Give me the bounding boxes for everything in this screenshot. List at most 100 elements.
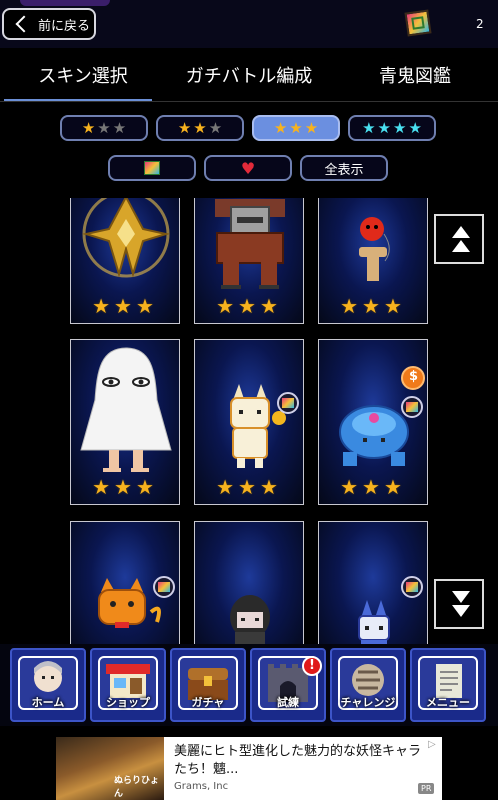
skin-card-red-robot[interactable]: ★★★: [194, 198, 304, 324]
ad-image: ぬらりひょん: [56, 737, 164, 800]
nav-trial[interactable]: ! 試練: [250, 648, 326, 722]
star-icon: ★: [208, 118, 223, 137]
star-icon: ★: [340, 475, 363, 499]
skin-card-blue-turtle[interactable]: ★★★: [318, 339, 428, 505]
tab-gachi-battle[interactable]: ガチバトル編成: [166, 58, 332, 102]
filter-3-star[interactable]: ★ ★ ★: [252, 115, 340, 141]
picture-icon[interactable]: [404, 9, 432, 37]
star-icon: ★: [216, 475, 239, 499]
star-icon: ★: [114, 294, 136, 318]
item-count: 2: [476, 17, 484, 31]
ad-banner[interactable]: ぬらりひょん 美麗にヒト型進化した魅力的な妖怪キャラたち！魑... Grams,…: [56, 737, 442, 800]
star-icon: ★: [81, 118, 96, 137]
star-icon: ★: [362, 294, 384, 318]
skin-stars: ★★★: [195, 477, 303, 498]
star-icon: ★: [383, 294, 406, 318]
ad-headline: 美麗にヒト型進化した魅力的な妖怪キャラたち！魑...: [174, 744, 422, 777]
filter-picture[interactable]: [108, 155, 196, 181]
tab-bar: スキン選択 ガチバトル編成 青鬼図鑑: [0, 58, 498, 102]
skin-stars: ★★★: [319, 296, 427, 317]
tab-skin-select[interactable]: スキン選択: [0, 58, 166, 102]
picture-icon: [144, 161, 160, 175]
nav-label: ショップ: [106, 696, 150, 709]
back-label: 前に戻る: [38, 18, 91, 34]
star-icon: ★: [112, 118, 127, 137]
picture-badge-icon: [401, 576, 423, 598]
ghost-blanket-icon: [80, 347, 172, 472]
star-icon: ★: [97, 118, 111, 137]
star-icon: ★: [362, 475, 384, 499]
skin-card-white-fox[interactable]: ★★★: [194, 339, 304, 505]
star-icon: ★: [289, 118, 303, 137]
nav-shop[interactable]: ショップ: [90, 648, 166, 722]
back-button[interactable]: 前に戻る: [2, 8, 96, 40]
star-icon: ★: [304, 118, 319, 137]
ad-advertiser: Grams, Inc: [174, 781, 229, 792]
star-icon: ★: [362, 118, 376, 137]
nav-challenge[interactable]: チャレンジ: [330, 648, 406, 722]
red-robot-icon: [215, 199, 285, 289]
star-icon: ★: [340, 294, 363, 318]
ad-info-icon[interactable]: ▷: [428, 739, 436, 750]
nav-menu[interactable]: メニュー: [410, 648, 486, 722]
star-icon: ★: [216, 294, 239, 318]
star-icon: ★: [259, 475, 282, 499]
star-icon: ★: [408, 118, 422, 137]
nav-label: ガチャ: [191, 696, 225, 709]
star-icon: ★: [273, 118, 288, 137]
skin-stars: ★★★: [71, 477, 179, 498]
filter-show-all[interactable]: 全表示: [300, 155, 388, 181]
picture-badge-icon: [401, 396, 423, 418]
skin-card-dark-hair-girl[interactable]: [194, 521, 304, 644]
golden-dragon-icon: [82, 198, 170, 278]
skin-card-ghost-blanket[interactable]: ★★★: [70, 339, 180, 505]
scroll-bottom-button[interactable]: [434, 579, 484, 629]
filter-4-star[interactable]: ★ ★ ★ ★: [348, 115, 436, 141]
heart-icon: ♥: [240, 158, 256, 178]
skin-grid: ★★★ ★★★ ★★★ ★★★ ★★★ $ ★★★: [0, 198, 498, 644]
nav-label: メニュー: [426, 696, 470, 709]
skin-card-orange-cat[interactable]: [70, 521, 180, 644]
star-icon: ★: [238, 475, 260, 499]
kendama-icon: [359, 217, 390, 281]
nav-label: ホーム: [31, 696, 65, 709]
star-icon: ★: [135, 294, 158, 318]
star-icon: ★: [92, 475, 115, 499]
skin-card-golden-dragon[interactable]: ★★★: [70, 198, 180, 324]
skin-stars: ★★★: [195, 296, 303, 317]
chevron-left-icon: [15, 15, 33, 33]
picture-badge-icon: [153, 576, 175, 598]
picture-badge-icon: [277, 392, 299, 414]
top-bar: 前に戻る 2: [0, 0, 498, 48]
star-icon: ★: [193, 118, 207, 137]
star-icon: ★: [92, 294, 115, 318]
nav-gacha[interactable]: ガチャ: [170, 648, 246, 722]
star-icon: ★: [393, 118, 407, 137]
star-icon: ★: [238, 294, 260, 318]
ad-logo: ぬらりひょん: [114, 776, 160, 799]
nav-label: チャレンジ: [340, 696, 396, 709]
star-icon: ★: [177, 118, 192, 137]
top-strip: [20, 0, 110, 6]
arrow-down-icon: [452, 605, 470, 617]
ad-pr-badge: PR: [418, 783, 435, 794]
arrow-down-icon: [452, 591, 470, 603]
filter-2-star[interactable]: ★ ★ ★: [156, 115, 244, 141]
bottom-nav: ホーム ショップ ガチャ ! 試練 チャレンジ メニュー: [0, 644, 498, 726]
filter-1-star[interactable]: ★ ★ ★: [60, 115, 148, 141]
filter-favorite[interactable]: ♥: [204, 155, 292, 181]
alert-badge-icon: !: [302, 656, 322, 676]
skin-card-kendama[interactable]: ★★★: [318, 198, 428, 324]
tab-aooni-book[interactable]: 青鬼図鑑: [332, 58, 498, 102]
skin-stars: ★★★: [71, 296, 179, 317]
dark-hair-girl-icon: [230, 595, 270, 644]
nav-home[interactable]: ホーム: [10, 648, 86, 722]
star-icon: ★: [135, 475, 158, 499]
skin-card-blue-knight[interactable]: [318, 521, 428, 644]
star-icon: ★: [114, 475, 136, 499]
nav-label: 試練: [277, 696, 299, 709]
scroll-top-button[interactable]: [434, 214, 484, 264]
arrow-up-icon: [452, 226, 470, 238]
star-icon: ★: [377, 118, 391, 137]
star-icon: ★: [383, 475, 406, 499]
